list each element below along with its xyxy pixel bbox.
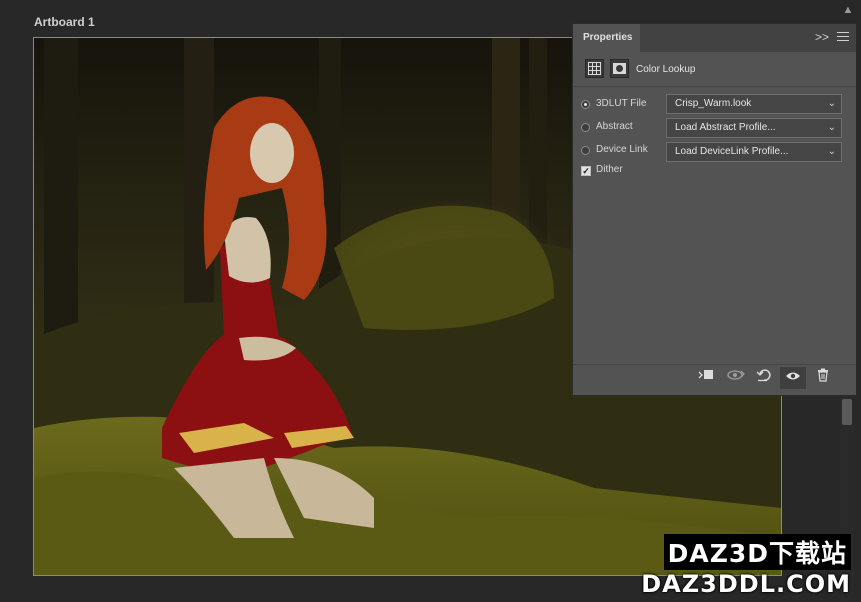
devicelink-profile-value: Load DeviceLink Profile... (675, 146, 789, 157)
view-previous-state-icon[interactable] (723, 367, 749, 389)
properties-panel: Properties >> Color Lookup 3DLUT File Cr… (572, 23, 857, 396)
chevron-down-icon: ⌄ (827, 98, 836, 109)
dither-label: Dither (596, 164, 623, 175)
chevron-down-icon: ⌄ (827, 122, 836, 133)
adjustment-title: Color Lookup (636, 64, 696, 75)
panel-tabbar: Properties >> (573, 24, 856, 52)
clip-to-layer-icon[interactable] (693, 367, 719, 389)
trash-icon[interactable] (810, 367, 836, 389)
watermark-line-2: DAZ3DDL.COM (641, 570, 851, 598)
scrollbar-thumb[interactable] (842, 399, 852, 425)
3dlut-file-value: Crisp_Warm.look (675, 98, 752, 109)
watermark-line-1: DAZ3D下载站 (663, 534, 851, 570)
panel-footer (573, 364, 856, 390)
3dlut-file-select[interactable]: Crisp_Warm.look ⌄ (666, 94, 842, 114)
radio-devicelink[interactable] (581, 146, 590, 155)
option-label-abstract: Abstract (596, 121, 633, 132)
abstract-profile-value: Load Abstract Profile... (675, 122, 776, 133)
dither-checkbox[interactable]: ✓ (581, 166, 591, 176)
layer-mask-icon[interactable] (610, 59, 629, 78)
chevron-down-icon: ⌄ (827, 146, 836, 157)
option-label-3dlut: 3DLUT File (596, 98, 647, 109)
collapse-panel-icon[interactable]: >> (815, 30, 829, 44)
tab-properties[interactable]: Properties (573, 24, 640, 52)
adjustment-header: Color Lookup (573, 52, 856, 87)
artboard-title: Artboard 1 (34, 15, 95, 29)
scroll-up-arrow-icon[interactable]: ▲ (838, 2, 858, 18)
abstract-profile-select[interactable]: Load Abstract Profile... ⌄ (666, 118, 842, 138)
option-label-devicelink: Device Link (596, 144, 648, 155)
color-lookup-grid-icon[interactable] (585, 59, 604, 78)
watermark: DAZ3D下载站 DAZ3DDL.COM (641, 534, 851, 598)
radio-abstract[interactable] (581, 123, 590, 132)
devicelink-profile-select[interactable]: Load DeviceLink Profile... ⌄ (666, 142, 842, 162)
radio-3dlut[interactable] (581, 100, 590, 109)
reset-icon[interactable] (751, 367, 777, 389)
visibility-eye-icon[interactable] (780, 367, 806, 389)
panel-menu-icon[interactable] (837, 29, 849, 45)
